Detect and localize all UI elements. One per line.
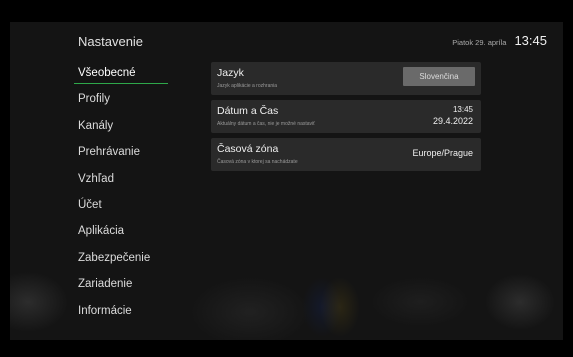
sidebar-item-vzhlad[interactable]: Vzhľad	[68, 166, 168, 192]
sidebar-item-informacie[interactable]: Informácie	[68, 298, 168, 324]
language-select-button[interactable]: Slovenčina	[403, 67, 475, 86]
language-setting-row[interactable]: Jazyk Jazyk aplikácie a rozhrania Sloven…	[211, 62, 481, 95]
page-title: Nastavenie	[78, 34, 144, 49]
timezone-subtitle: Časová zóna v ktorej sa nachádzate	[217, 159, 298, 165]
sidebar-item-aplikacia[interactable]: Aplikácia	[68, 218, 168, 244]
sidebar-item-zabezpecenie[interactable]: Zabezpečenie	[68, 245, 168, 271]
sidebar-item-kanaly[interactable]: Kanály	[68, 113, 168, 139]
header-time: 13:45	[514, 33, 547, 48]
language-title: Jazyk	[217, 67, 244, 79]
header-date: Piatok 29. apríla	[452, 38, 507, 47]
datetime-subtitle: Aktuálny dátum a čas, nie je možné nasta…	[217, 121, 316, 127]
sidebar-item-vseobecne[interactable]: Všeobecné	[68, 60, 168, 86]
settings-screen: Nastavenie Piatok 29. apríla 13:45 Všeob…	[10, 22, 563, 340]
sidebar-item-ucet[interactable]: Účet	[68, 192, 168, 218]
datetime-title: Dátum a Čas	[217, 105, 279, 117]
settings-sidebar: Všeobecné Profily Kanály Prehrávanie Vzh…	[68, 60, 168, 324]
datetime-setting-row: Dátum a Čas Aktuálny dátum a čas, nie je…	[211, 100, 481, 133]
timezone-title: Časová zóna	[217, 143, 279, 155]
settings-content: Jazyk Jazyk aplikácie a rozhrania Sloven…	[211, 62, 481, 176]
timezone-value[interactable]: Europe/Prague	[412, 148, 473, 158]
sidebar-item-prehravanie[interactable]: Prehrávanie	[68, 139, 168, 165]
sidebar-item-zariadenie[interactable]: Zariadenie	[68, 271, 168, 297]
header-clock: Piatok 29. apríla 13:45	[452, 33, 547, 48]
timezone-setting-row[interactable]: Časová zóna Časová zóna v ktorej sa nach…	[211, 138, 481, 171]
sidebar-item-profily[interactable]: Profily	[68, 86, 168, 112]
language-subtitle: Jazyk aplikácie a rozhrania	[217, 83, 278, 89]
datetime-date: 29.4.2022	[432, 116, 473, 126]
datetime-time: 13:45	[452, 105, 473, 114]
